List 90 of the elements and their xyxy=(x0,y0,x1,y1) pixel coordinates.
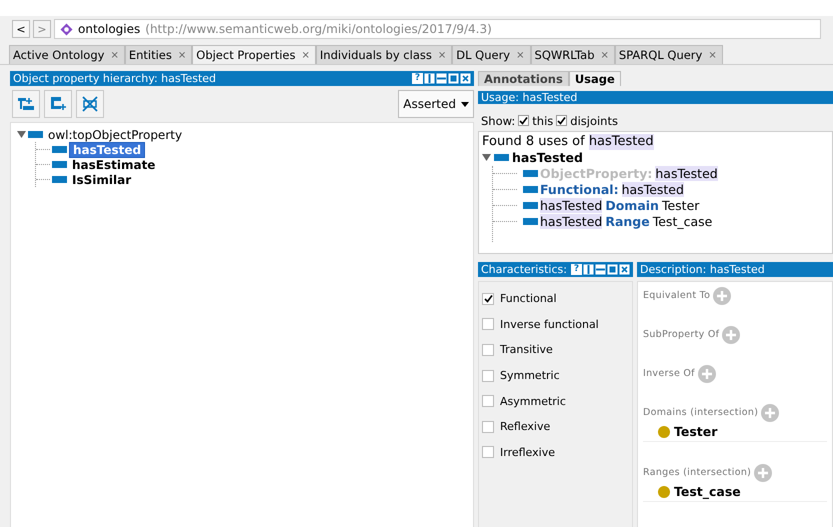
section-label: Domains (intersection) xyxy=(643,407,758,418)
property-icon xyxy=(523,170,538,178)
tab[interactable]: Object Properties × xyxy=(192,45,316,64)
address-field[interactable]: ontologies (http://www.semanticweb.org/miki/ontologies/2017/9/4.3) xyxy=(54,19,821,39)
split-vertical-icon[interactable] xyxy=(424,73,435,84)
back-button[interactable]: < xyxy=(12,20,30,38)
checkbox-label: Asymmetric xyxy=(500,394,566,408)
collapse-icon[interactable] xyxy=(17,130,26,139)
checkbox[interactable] xyxy=(482,344,494,356)
tree-item[interactable]: hasTested xyxy=(69,142,146,158)
checkbox[interactable] xyxy=(482,420,494,433)
tab[interactable]: SQWRLTab × xyxy=(530,45,615,64)
usage-axiom: Functional: hasTested xyxy=(540,182,685,198)
help-button[interactable]: ? xyxy=(571,264,582,275)
checkbox[interactable] xyxy=(482,318,494,330)
property-icon xyxy=(52,161,67,168)
help-button[interactable]: ? xyxy=(412,73,423,84)
usage-axiom: ObjectProperty: hasTested xyxy=(540,166,719,182)
collapse-icon[interactable] xyxy=(482,153,491,162)
tree-item[interactable]: IsSimilar xyxy=(69,172,134,186)
tree-item[interactable]: owl:topObjectProperty xyxy=(45,128,186,142)
tab-close-button[interactable]: × xyxy=(110,50,119,60)
tab-close-button[interactable]: × xyxy=(708,50,717,60)
tree-item[interactable]: hasEstimate xyxy=(69,158,158,172)
split-horizontal-icon[interactable] xyxy=(436,73,447,84)
property-icon xyxy=(28,131,43,138)
add-sibling-icon xyxy=(49,96,67,112)
close-icon[interactable] xyxy=(460,73,471,84)
maximize-icon[interactable] xyxy=(607,264,618,275)
usage-axiom: hasTested Domain Tester xyxy=(540,198,700,214)
property-icon xyxy=(523,202,538,210)
checkbox[interactable] xyxy=(518,115,530,126)
ontology-name: ontologies xyxy=(78,22,140,36)
checkbox-label: Irreflexive xyxy=(500,446,555,459)
tab[interactable]: Individuals by class × xyxy=(316,45,452,64)
tab-close-button[interactable]: × xyxy=(302,50,310,60)
panel-title: Object property hierarchy: hasTested xyxy=(13,72,216,85)
checkbox-label: Symmetric xyxy=(500,369,560,382)
tab-close-button[interactable]: × xyxy=(178,50,186,60)
section-label: Ranges (intersection) xyxy=(643,467,752,478)
mode-dropdown[interactable]: Asserted xyxy=(398,90,474,118)
tab-close-button[interactable]: × xyxy=(600,50,609,60)
property-icon xyxy=(52,176,67,183)
checkbox-label: Inverse functional xyxy=(500,318,599,331)
add-sibling-button[interactable] xyxy=(44,90,72,118)
split-horizontal-icon[interactable] xyxy=(595,264,606,275)
split-vertical-icon[interactable] xyxy=(583,264,594,275)
section-label: Equivalent To xyxy=(643,290,710,302)
usage-axiom: hasTested Range Test_case xyxy=(540,214,714,230)
tab[interactable]: SPARQL Query × xyxy=(614,45,723,64)
tab[interactable]: Entities × xyxy=(124,45,192,64)
add-subproperty-icon xyxy=(17,96,35,112)
usage-root: hasTested xyxy=(512,150,583,166)
property-icon xyxy=(523,218,538,226)
checkbox-label: this xyxy=(532,114,554,128)
tab[interactable]: Usage xyxy=(568,71,621,86)
caret-icon xyxy=(461,102,469,106)
checkbox[interactable] xyxy=(482,370,494,382)
tab[interactable]: DL Query × xyxy=(452,45,531,64)
tab[interactable]: Annotations xyxy=(478,71,569,86)
section-label: SubProperty Of xyxy=(643,329,720,340)
checkbox-label: Transitive xyxy=(500,343,553,356)
ontology-iri: (http://www.semanticweb.org/miki/ontologies/2017/9/4.3) xyxy=(145,22,492,36)
property-icon xyxy=(52,146,67,153)
tab-close-button[interactable]: × xyxy=(438,50,446,60)
checkbox[interactable] xyxy=(556,115,568,126)
class-name[interactable]: Test_case xyxy=(674,484,741,500)
checkbox-label: disjoints xyxy=(570,114,618,128)
checkbox-label: Functional xyxy=(500,292,557,306)
maximize-icon[interactable] xyxy=(448,73,459,84)
section-label: Inverse Of xyxy=(643,368,695,380)
panel-title: Usage: hasTested xyxy=(481,90,578,104)
checkbox[interactable] xyxy=(482,292,494,305)
ontology-icon xyxy=(60,22,73,36)
checkbox-label: Reflexive xyxy=(500,420,550,434)
property-icon xyxy=(523,186,538,194)
close-icon[interactable] xyxy=(619,264,630,275)
checkbox[interactable] xyxy=(482,446,494,458)
tab[interactable]: Active Ontology × xyxy=(9,45,125,64)
show-label: Show: xyxy=(481,114,516,128)
checkbox[interactable] xyxy=(482,395,494,408)
property-icon xyxy=(494,154,509,162)
delete-icon xyxy=(81,96,99,112)
panel-title: Characteristics: xyxy=(481,262,567,276)
add-subproperty-button[interactable] xyxy=(12,90,40,118)
tab-close-button[interactable]: × xyxy=(516,50,525,60)
delete-button[interactable] xyxy=(76,90,104,118)
class-name[interactable]: Tester xyxy=(674,424,718,440)
panel-title: Description: hasTested xyxy=(640,262,765,276)
usage-summary: Found 8 uses of hasTested xyxy=(482,134,655,150)
